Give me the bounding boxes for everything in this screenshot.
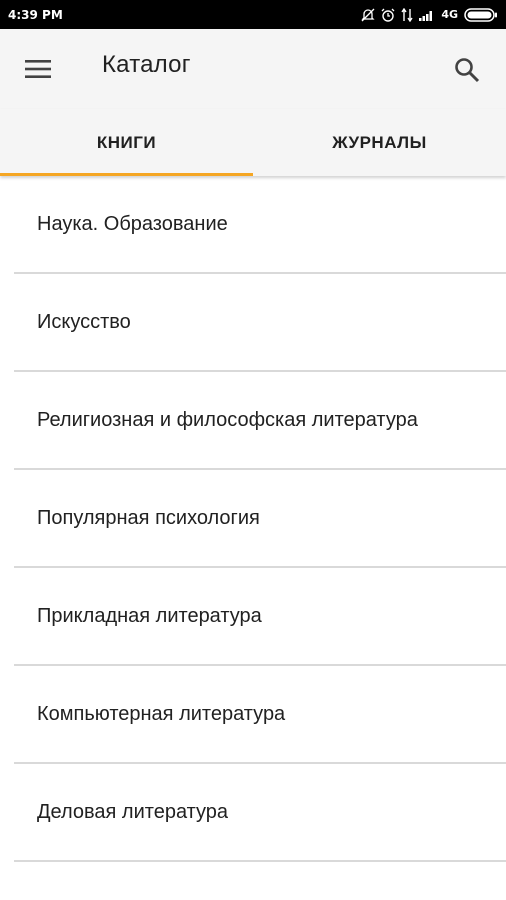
list-item-label: Искусство xyxy=(37,310,131,333)
signal-icon xyxy=(419,9,435,21)
list-item[interactable]: Религиозная и философская литература xyxy=(14,372,506,470)
alarm-icon xyxy=(381,8,395,22)
battery-icon xyxy=(464,7,498,22)
category-list: Наука. Образование Искусство Религиозная… xyxy=(0,176,506,862)
tab-magazines-label: ЖУРНАЛЫ xyxy=(332,132,427,152)
list-item[interactable]: Наука. Образование xyxy=(14,176,506,274)
list-item-label: Деловая литература xyxy=(37,800,229,823)
tab-magazines[interactable]: ЖУРНАЛЫ xyxy=(253,109,506,176)
status-bar: 4:39 PM 4G xyxy=(0,0,506,29)
list-item[interactable]: Искусство xyxy=(14,274,506,372)
list-item[interactable]: Прикладная литература xyxy=(14,568,506,666)
network-type: 4G xyxy=(441,8,458,21)
status-time: 4:39 PM xyxy=(8,7,63,22)
status-icons: 4G xyxy=(361,7,498,22)
list-item-label: Религиозная и философская литература xyxy=(37,408,418,431)
list-item-label: Популярная психология xyxy=(37,506,260,529)
tab-books-label: КНИГИ xyxy=(96,132,157,152)
page-title: Каталог xyxy=(102,51,191,78)
hamburger-menu-icon[interactable] xyxy=(24,55,54,83)
tab-books[interactable]: КНИГИ xyxy=(0,109,253,176)
mute-icon xyxy=(361,8,375,22)
data-arrows-icon xyxy=(401,7,413,22)
tab-bar: КНИГИ ЖУРНАЛЫ xyxy=(0,109,506,176)
list-item-label: Прикладная литература xyxy=(37,604,262,627)
list-item-label: Наука. Образование xyxy=(37,212,228,235)
app-bar: Каталог xyxy=(0,29,506,109)
search-icon[interactable] xyxy=(452,55,482,85)
list-item-label: Компьютерная литература xyxy=(37,702,286,725)
list-item[interactable]: Популярная психология xyxy=(14,470,506,568)
list-item[interactable]: Деловая литература xyxy=(14,764,506,862)
list-item[interactable]: Компьютерная литература xyxy=(14,666,506,764)
